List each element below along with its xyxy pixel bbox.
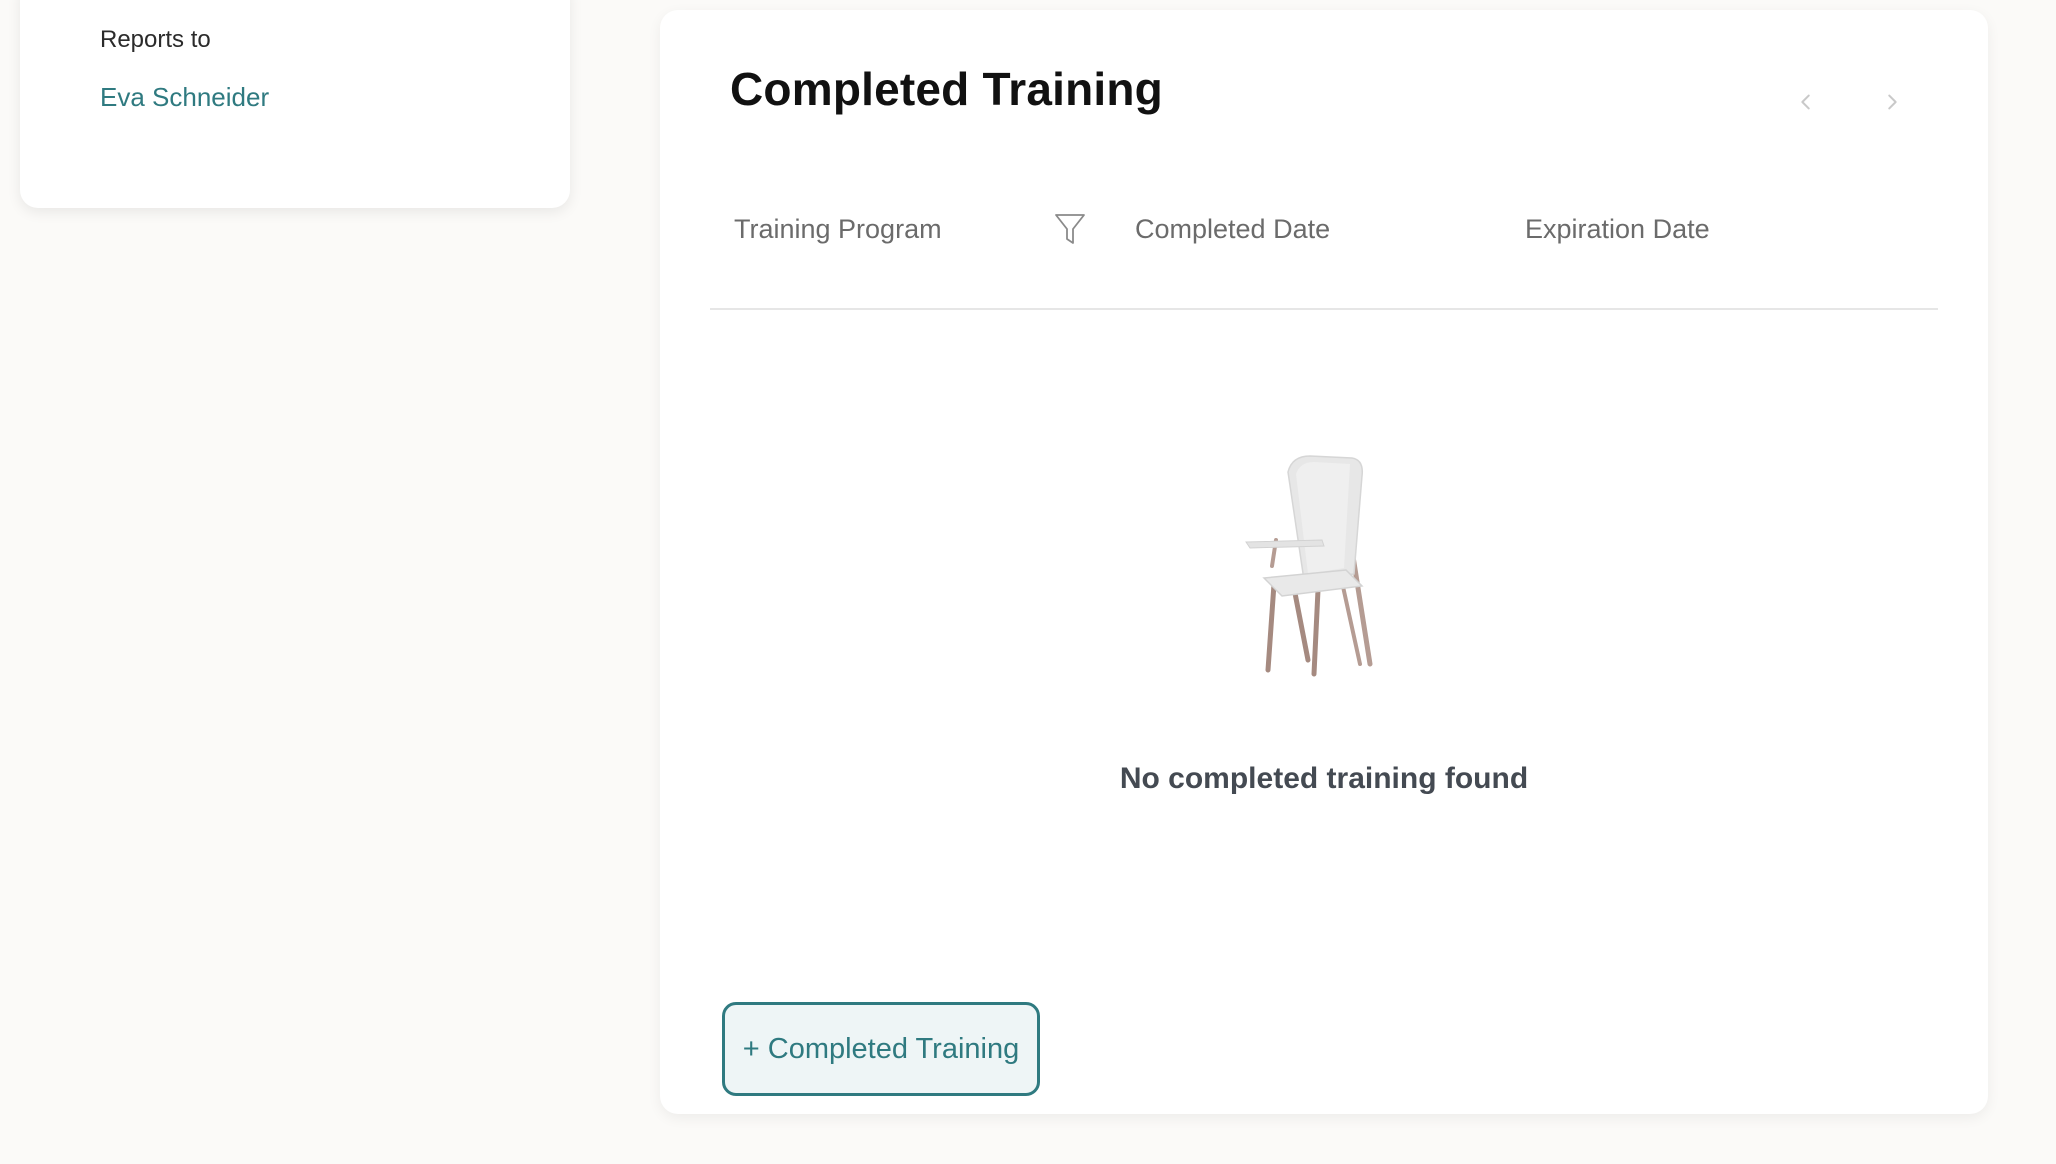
- table-header: Training Program Completed Date Expirati…: [710, 178, 1938, 310]
- column-header-expiration-date: Expiration Date: [1525, 214, 1710, 244]
- column-header-training-program: Training Program: [734, 214, 942, 244]
- next-page-button[interactable]: [1872, 82, 1912, 122]
- training-program-filter-button[interactable]: [1052, 212, 1088, 248]
- chevron-right-icon: [1888, 94, 1897, 110]
- manager-name-link[interactable]: Eva Schneider: [100, 82, 269, 113]
- manager-card: Reports to Eva Schneider: [20, 0, 570, 208]
- filter-icon: [1055, 214, 1085, 244]
- previous-page-button[interactable]: [1786, 82, 1826, 122]
- empty-state-message: No completed training found: [1119, 762, 1529, 795]
- chevron-left-icon: [1801, 94, 1810, 110]
- completed-training-card: Completed Training Training Program Comp…: [660, 10, 1988, 1114]
- card-title: Completed Training: [730, 63, 1163, 115]
- column-header-completed-date: Completed Date: [1135, 214, 1331, 244]
- chair-illustration: [1210, 450, 1410, 690]
- reports-to-label: Reports to: [100, 26, 211, 53]
- add-completed-training-button[interactable]: + Completed Training: [722, 1002, 1040, 1096]
